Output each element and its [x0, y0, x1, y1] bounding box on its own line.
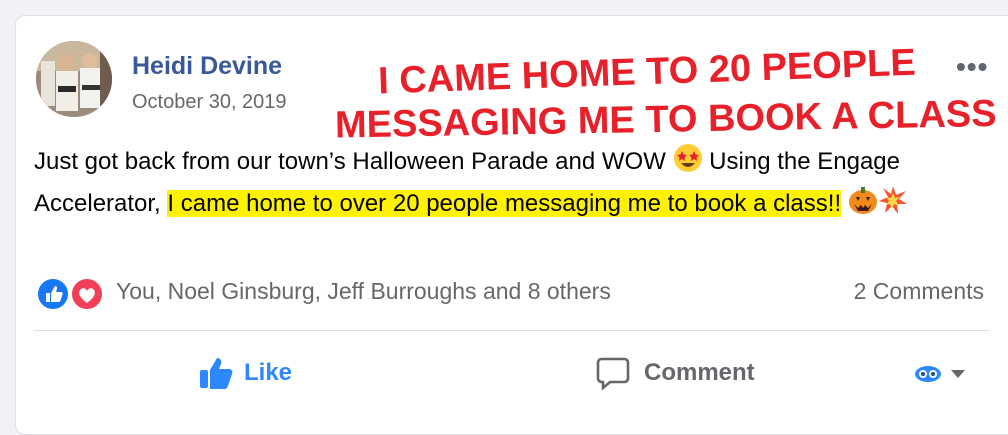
avatar[interactable]: [36, 41, 112, 117]
reaction-names[interactable]: You, Noel Ginsburg, Jeff Burroughs and 8…: [116, 278, 611, 305]
divider: [34, 330, 989, 331]
author-name[interactable]: Heidi Devine: [132, 52, 282, 81]
reaction-icons[interactable]: [36, 276, 104, 311]
comment-label: Comment: [644, 359, 755, 386]
star-struck-emoji-icon: [673, 143, 703, 185]
post-date[interactable]: October 30, 2019: [132, 91, 287, 114]
like-reaction-icon: [36, 277, 70, 311]
globe-icon: [915, 366, 941, 382]
chevron-down-icon: [951, 370, 965, 378]
like-button[interactable]: Like: [198, 356, 292, 390]
avatar-photo: [36, 41, 112, 117]
thumbs-up-icon: [200, 358, 233, 389]
share-audience-selector[interactable]: [913, 364, 967, 384]
comment-button[interactable]: Comment: [596, 356, 755, 390]
love-reaction-icon: [70, 277, 104, 311]
post-text-plain: Just got back from our town’s Halloween …: [34, 148, 673, 175]
post-text: Just got back from our town’s Halloween …: [34, 143, 994, 227]
more-options-icon[interactable]: •••: [956, 51, 988, 83]
like-label: Like: [244, 359, 293, 386]
post-card: Heidi Devine October 30, 2019 ••• Just g…: [15, 15, 1008, 435]
jack-o-lantern-emoji-icon: [848, 185, 878, 227]
comments-count[interactable]: 2 Comments: [854, 278, 984, 305]
comment-icon: [596, 357, 630, 390]
collision-emoji-icon: [878, 185, 908, 227]
highlighted-text: I came home to over 20 people messaging …: [167, 190, 842, 217]
